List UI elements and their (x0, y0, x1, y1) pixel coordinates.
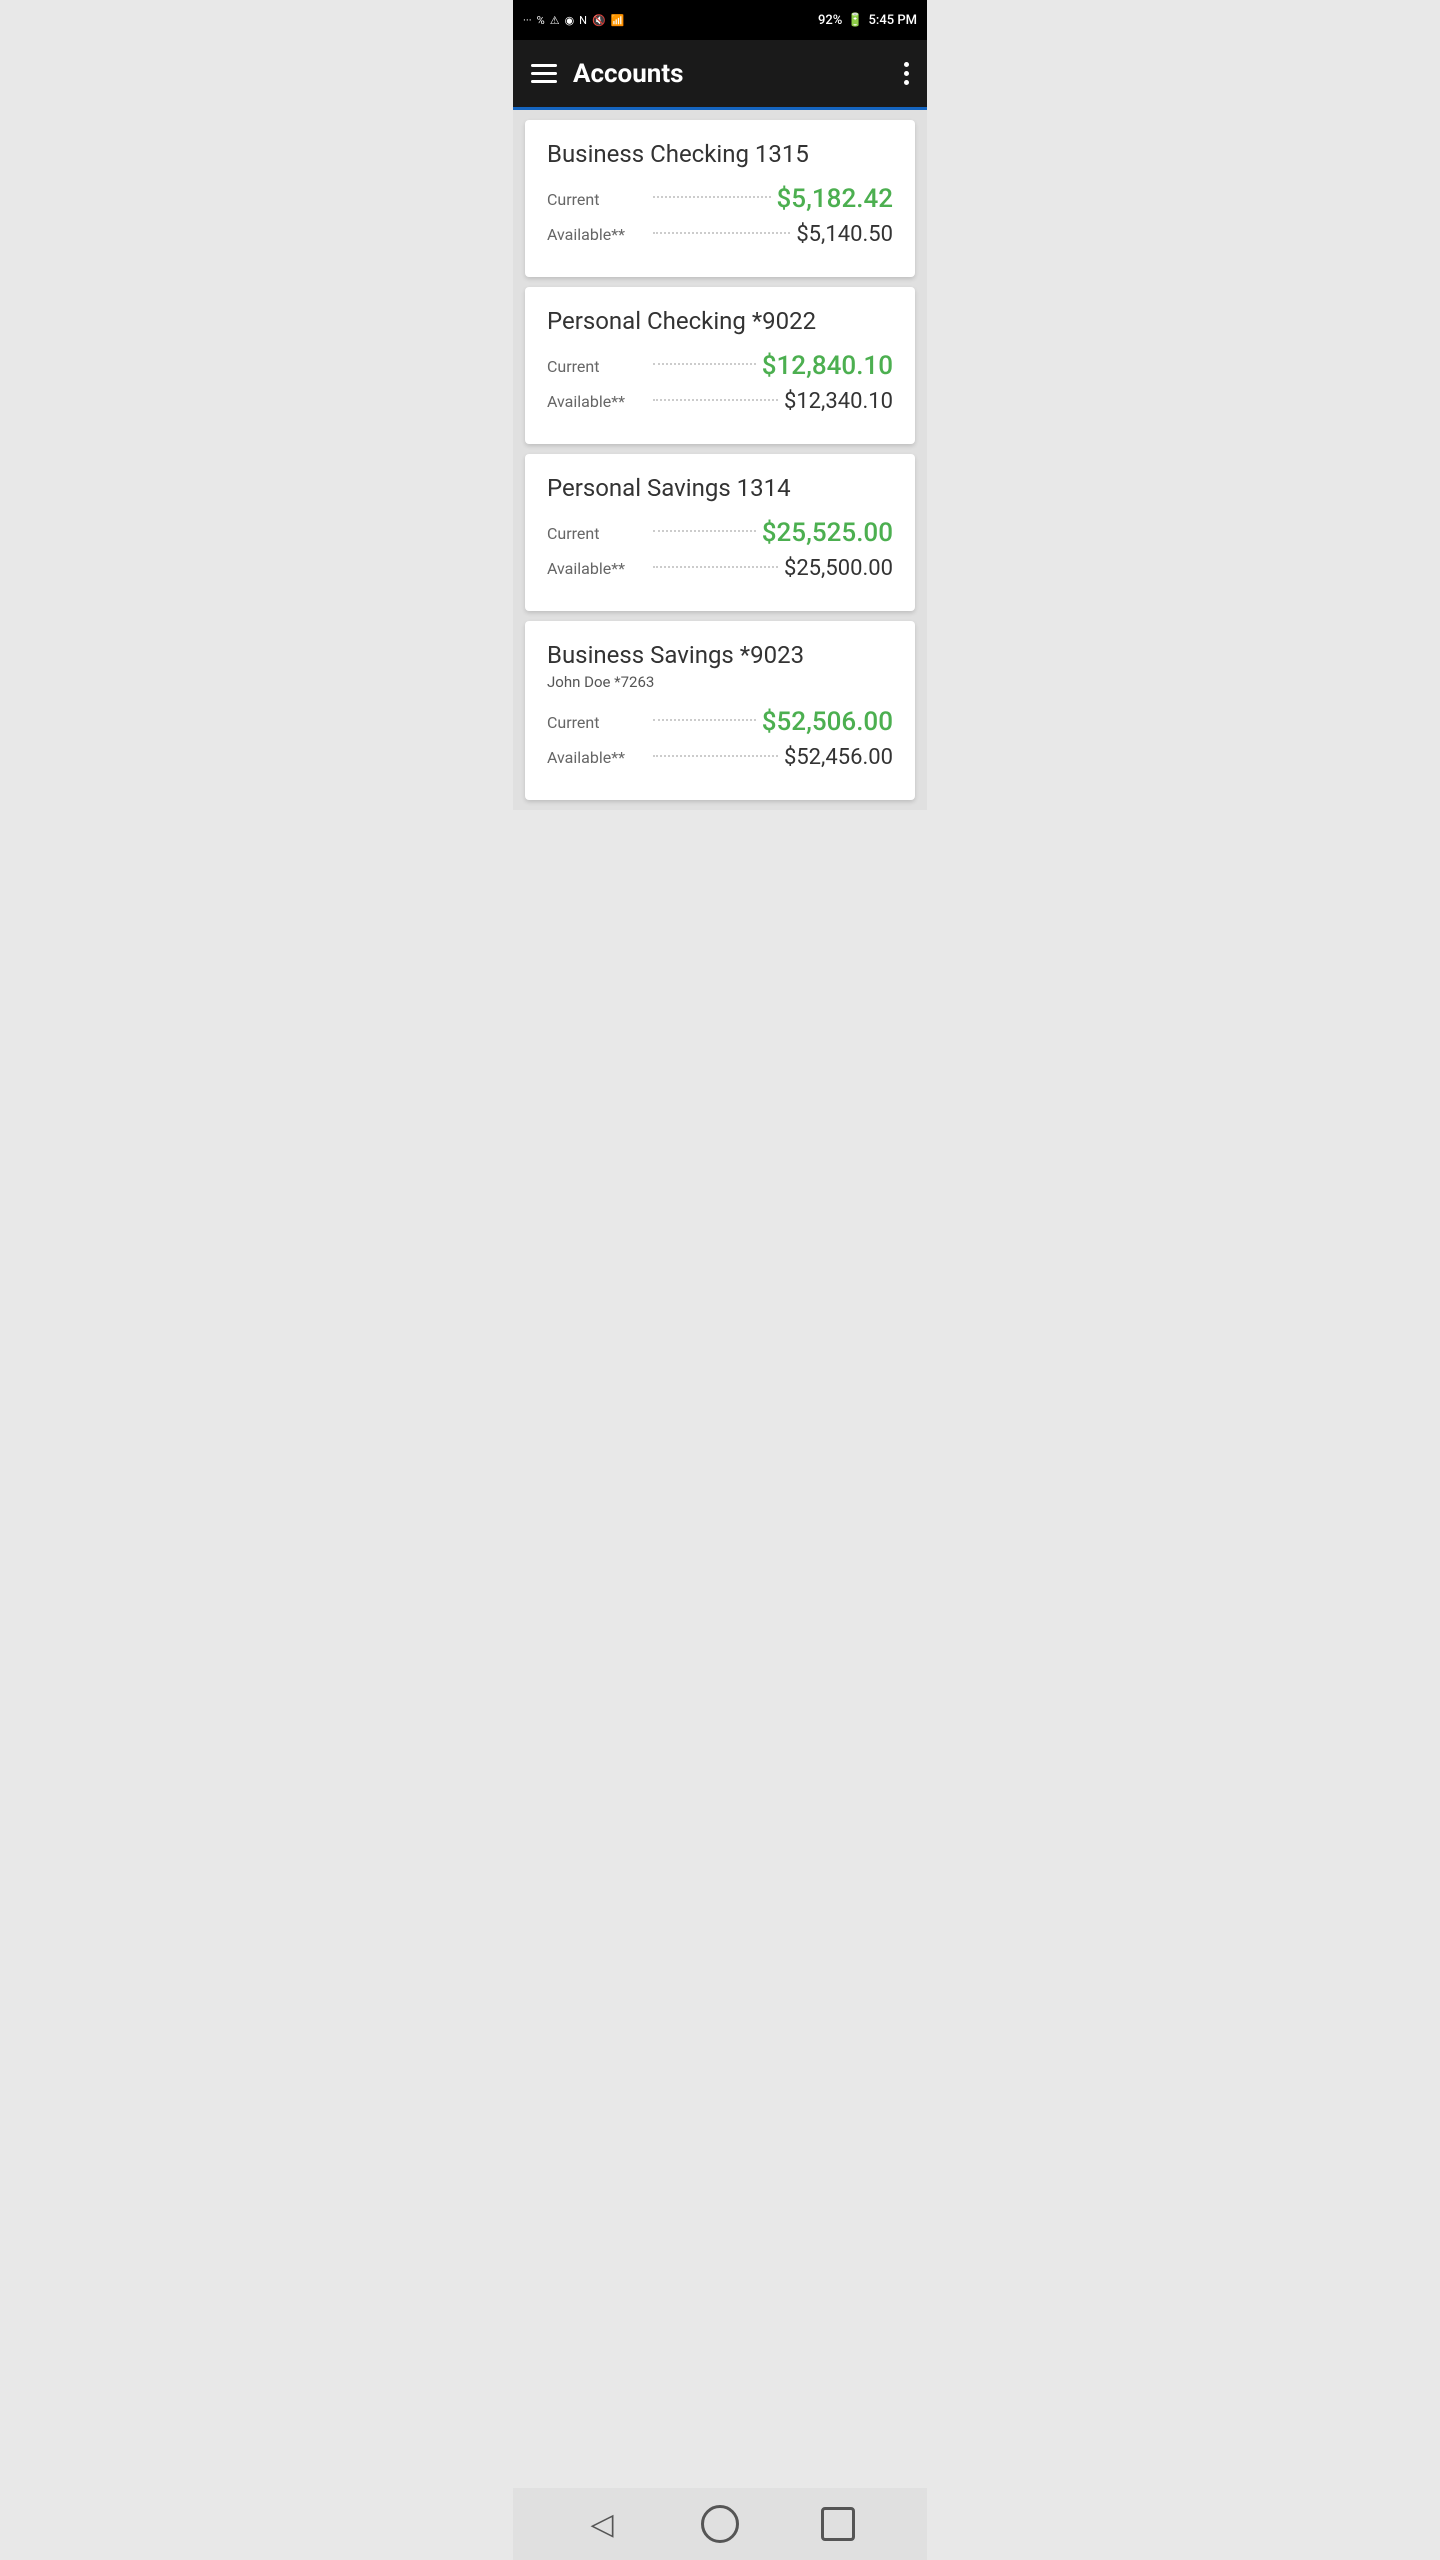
current-label: Current (547, 190, 647, 209)
notification-icon: ··· (523, 14, 532, 27)
hamburger-line-2 (531, 72, 557, 75)
available-balance-row: Available** $52,456.00 (547, 745, 893, 770)
dotted-separator (653, 719, 756, 721)
more-options-button[interactable] (904, 62, 909, 85)
battery-percent: 92% (818, 13, 842, 28)
status-right: 92% 🔋 5:45 PM (818, 13, 917, 28)
account-subtitle: John Doe *7263 (547, 673, 893, 691)
current-label: Current (547, 713, 647, 732)
available-balance-row: Available** $25,500.00 (547, 556, 893, 581)
available-amount: $25,500.00 (784, 556, 893, 581)
mute-icon: 🔇 (592, 14, 606, 27)
recents-button[interactable] (813, 2499, 863, 2549)
account-card[interactable]: Business Savings *9023 John Doe *7263 Cu… (525, 621, 915, 800)
account-card[interactable]: Business Checking 1315 Current $5,182.42… (525, 120, 915, 277)
current-amount: $52,506.00 (762, 707, 893, 737)
home-button[interactable] (695, 2499, 745, 2549)
available-balance-row: Available** $5,140.50 (547, 222, 893, 247)
more-dot-2 (904, 71, 909, 76)
current-amount: $12,840.10 (762, 351, 893, 381)
account-name: Personal Checking *9022 (547, 307, 893, 335)
main-content: Business Checking 1315 Current $5,182.42… (513, 110, 927, 890)
wifi-icon: 📶 (611, 14, 625, 27)
available-label: Available** (547, 225, 647, 244)
back-icon: ◁ (590, 2507, 613, 2542)
warning-icon: ⚠ (550, 14, 560, 27)
app-bar: Accounts (513, 40, 927, 110)
available-amount: $12,340.10 (784, 389, 893, 414)
account-name: Personal Savings 1314 (547, 474, 893, 502)
dotted-separator (653, 196, 771, 198)
battery-icon: 🔋 (847, 13, 863, 28)
bluetooth-icon: ◉ (565, 14, 575, 27)
available-label: Available** (547, 748, 647, 767)
available-amount: $5,140.50 (796, 222, 893, 247)
accounts-list: Business Checking 1315 Current $5,182.42… (513, 110, 927, 810)
account-card[interactable]: Personal Savings 1314 Current $25,525.00… (525, 454, 915, 611)
account-name: Business Savings *9023 (547, 641, 893, 669)
current-label: Current (547, 524, 647, 543)
available-label: Available** (547, 392, 647, 411)
account-name: Business Checking 1315 (547, 140, 893, 168)
more-dot-3 (904, 80, 909, 85)
current-balance-row: Current $52,506.00 (547, 707, 893, 737)
navigation-bar: ◁ (513, 2488, 927, 2560)
current-balance-row: Current $12,840.10 (547, 351, 893, 381)
hamburger-line-1 (531, 64, 557, 67)
hamburger-menu-button[interactable] (531, 64, 557, 83)
current-amount: $5,182.42 (777, 184, 893, 214)
current-balance-row: Current $5,182.42 (547, 184, 893, 214)
available-label: Available** (547, 559, 647, 578)
hamburger-line-3 (531, 80, 557, 83)
dotted-separator (653, 232, 790, 234)
home-icon (701, 2505, 739, 2543)
dotted-separator (653, 566, 778, 568)
percent-icon: % (537, 14, 545, 27)
dotted-separator (653, 530, 756, 532)
app-title: Accounts (573, 59, 904, 89)
current-balance-row: Current $25,525.00 (547, 518, 893, 548)
nfc-icon: N (579, 14, 587, 27)
dotted-separator (653, 363, 756, 365)
current-amount: $25,525.00 (762, 518, 893, 548)
current-label: Current (547, 357, 647, 376)
time-display: 5:45 PM (869, 13, 918, 28)
more-dot-1 (904, 62, 909, 67)
status-left: ··· % ⚠ ◉ N 🔇 📶 (523, 14, 624, 27)
status-bar: ··· % ⚠ ◉ N 🔇 📶 92% 🔋 5:45 PM (513, 0, 927, 40)
available-amount: $52,456.00 (784, 745, 893, 770)
account-card[interactable]: Personal Checking *9022 Current $12,840.… (525, 287, 915, 444)
back-button[interactable]: ◁ (577, 2499, 627, 2549)
available-balance-row: Available** $12,340.10 (547, 389, 893, 414)
dotted-separator (653, 399, 778, 401)
recents-icon (821, 2507, 855, 2541)
dotted-separator (653, 755, 778, 757)
